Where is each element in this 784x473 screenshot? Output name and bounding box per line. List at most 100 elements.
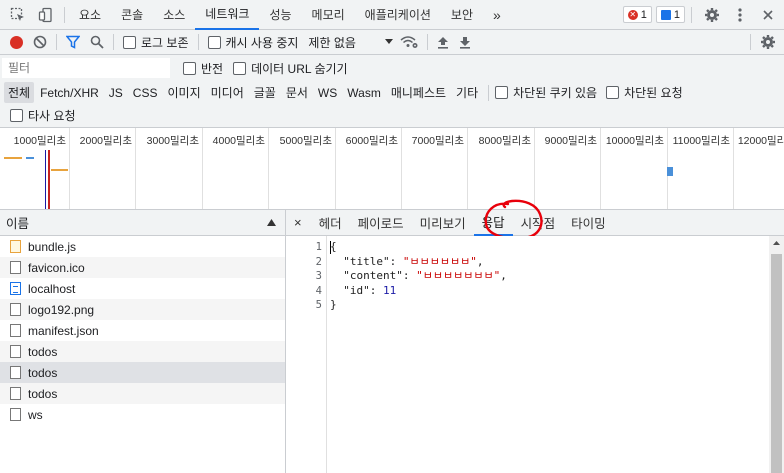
panel-tab-item[interactable]: 성능 [259,0,301,30]
type-filter-button[interactable]: WS [314,84,341,102]
device-toolbar-icon[interactable] [32,0,60,30]
line-number: 2 [315,255,322,268]
divider [197,34,199,50]
disable-cache-checkbox[interactable]: 캐시 사용 중지 [203,30,304,55]
detail-tab[interactable]: 미리보기 [412,210,474,236]
blocked-requests-checkbox[interactable]: 차단된 요청 [601,80,688,105]
json-key: "content" [343,269,403,282]
line-number: 5 [315,299,322,311]
inspect-element-icon[interactable] [4,0,32,30]
type-filter-button[interactable]: JS [105,84,127,102]
file-icon [10,303,21,316]
timeline-tick-label: 3000밀리초 [146,135,199,147]
timeline-tick-label: 11000밀리초 [672,135,730,147]
panel-tab-item[interactable]: 콘솔 [111,0,153,30]
timeline-tick-label: 2000밀리초 [79,135,132,147]
invert-checkbox[interactable]: 반전 [178,56,228,81]
type-filter-button[interactable]: 매니페스트 [387,82,450,103]
type-filter-button[interactable]: 이미지 [163,82,204,103]
import-har-button[interactable] [432,30,454,55]
line-number-gutter: 1 2 3 4 5 [286,236,327,473]
type-filter-button[interactable]: 전체 [4,82,35,103]
detail-tab[interactable]: 시작점 [513,210,564,236]
third-party-checkbox[interactable]: 타사 요청 [0,103,81,128]
file-icon [10,408,21,421]
type-filter-button[interactable]: 글꼴 [250,82,280,103]
type-filter-button[interactable]: 미디어 [207,82,248,103]
panel-tab-item[interactable]: 애플리케이션 [355,0,441,30]
divider [488,84,490,101]
request-row[interactable]: todos [0,383,285,404]
request-row[interactable]: bundle.js [0,236,285,257]
checkbox-box [233,61,247,75]
detail-tab[interactable]: 응답 [473,210,513,236]
export-har-button[interactable] [454,30,476,55]
record-button[interactable] [0,30,28,55]
message-count-badge[interactable]: 1 [655,6,685,23]
record-icon [10,35,23,49]
throttle-dropdown-arrow[interactable] [383,30,395,55]
panel-tab-item[interactable]: 메모리 [302,0,355,30]
panel-tab-item[interactable]: 요소 [69,0,111,30]
panel-tab-item[interactable]: 소스 [153,0,195,30]
checkbox-box [123,35,136,49]
timeline-gridline [401,128,402,209]
detail-tab[interactable]: 헤더 [311,210,350,236]
type-filter-button[interactable]: 문서 [282,82,312,103]
type-filter-button[interactable]: CSS [129,84,162,102]
filter-toggle-button[interactable] [61,30,85,55]
request-name: todos [28,344,58,359]
network-overview-timeline[interactable]: 1000밀리초 2000밀리초 3000밀리초 4000밀리초 5000밀리초 6000밀… [0,128,784,210]
request-row[interactable]: favicon.ico [0,257,285,278]
more-options-icon[interactable] [726,0,754,30]
request-row[interactable]: logo192.png [0,299,285,320]
preserve-log-checkbox[interactable]: 로그 보존 [118,30,194,55]
code-line: } [330,298,507,313]
close-devtools-icon[interactable] [754,0,782,30]
request-list: bundle.js favicon.ico localhost logo192.png… [0,236,286,473]
panel-tab-item[interactable]: 네트워크 [195,0,260,30]
vertical-scrollbar[interactable] [769,236,784,473]
request-row[interactable]: todos [0,362,285,383]
settings-gear-icon[interactable] [698,0,726,30]
network-settings-button[interactable] [755,30,784,55]
timeline-tick-label: 6000밀리초 [345,135,398,147]
download-icon [460,36,471,49]
blocked-cookies-checkbox[interactable]: 차단된 쿠키 있음 [495,80,601,105]
request-list-header[interactable]: 이름 [0,210,286,236]
type-filter-button[interactable]: Fetch/XHR [36,84,103,102]
type-filter-button[interactable]: Wasm [343,84,385,102]
request-row[interactable]: manifest.json [0,320,285,341]
timeline-tick-label: 1000밀리초 [13,135,66,147]
throttle-select[interactable]: 제한 없음 [303,30,383,55]
file-icon [10,387,21,400]
type-filter-button[interactable]: 기타 [452,82,482,103]
line-number: 3 [315,270,322,282]
search-button[interactable] [85,30,109,55]
filter-input[interactable] [2,58,170,78]
more-tabs-button[interactable]: » [483,0,511,30]
response-viewer[interactable]: 1 2 3 4 5 { "title": "ㅂㅂㅂㅂㅂㅂ", "content": "ㅂ… [286,236,784,473]
clear-button[interactable] [28,30,52,55]
error-count: 1 [640,8,647,21]
scroll-up-arrow[interactable] [769,236,784,250]
dom-content-loaded-marker [45,150,46,209]
checkbox-box [495,86,509,99]
scrollbar-thumb[interactable] [771,254,782,473]
detail-tab[interactable]: 페이로드 [350,210,412,236]
file-icon [10,345,21,358]
timeline-bar-orange [4,157,22,159]
document-file-icon [10,282,21,295]
detail-tab[interactable]: 타이밍 [563,210,614,236]
error-count-badge[interactable]: ✕ 1 [622,6,652,23]
hide-data-urls-checkbox[interactable]: 데이터 URL 숨기기 [228,56,352,81]
request-row[interactable]: todos [0,341,285,362]
request-row[interactable]: localhost [0,278,285,299]
network-conditions-button[interactable] [395,30,423,55]
timeline-gridline [69,128,70,209]
panel-tab-item[interactable]: 보안 [441,0,483,30]
close-detail-button[interactable]: × [286,210,311,236]
type-button-list: 전체 Fetch/XHR JS CSS 이미지 미디어 글꼴 문서 WS Wasm 매니페스트 기타 [4,82,482,103]
clear-icon [33,35,47,49]
request-row[interactable]: ws [0,404,285,425]
